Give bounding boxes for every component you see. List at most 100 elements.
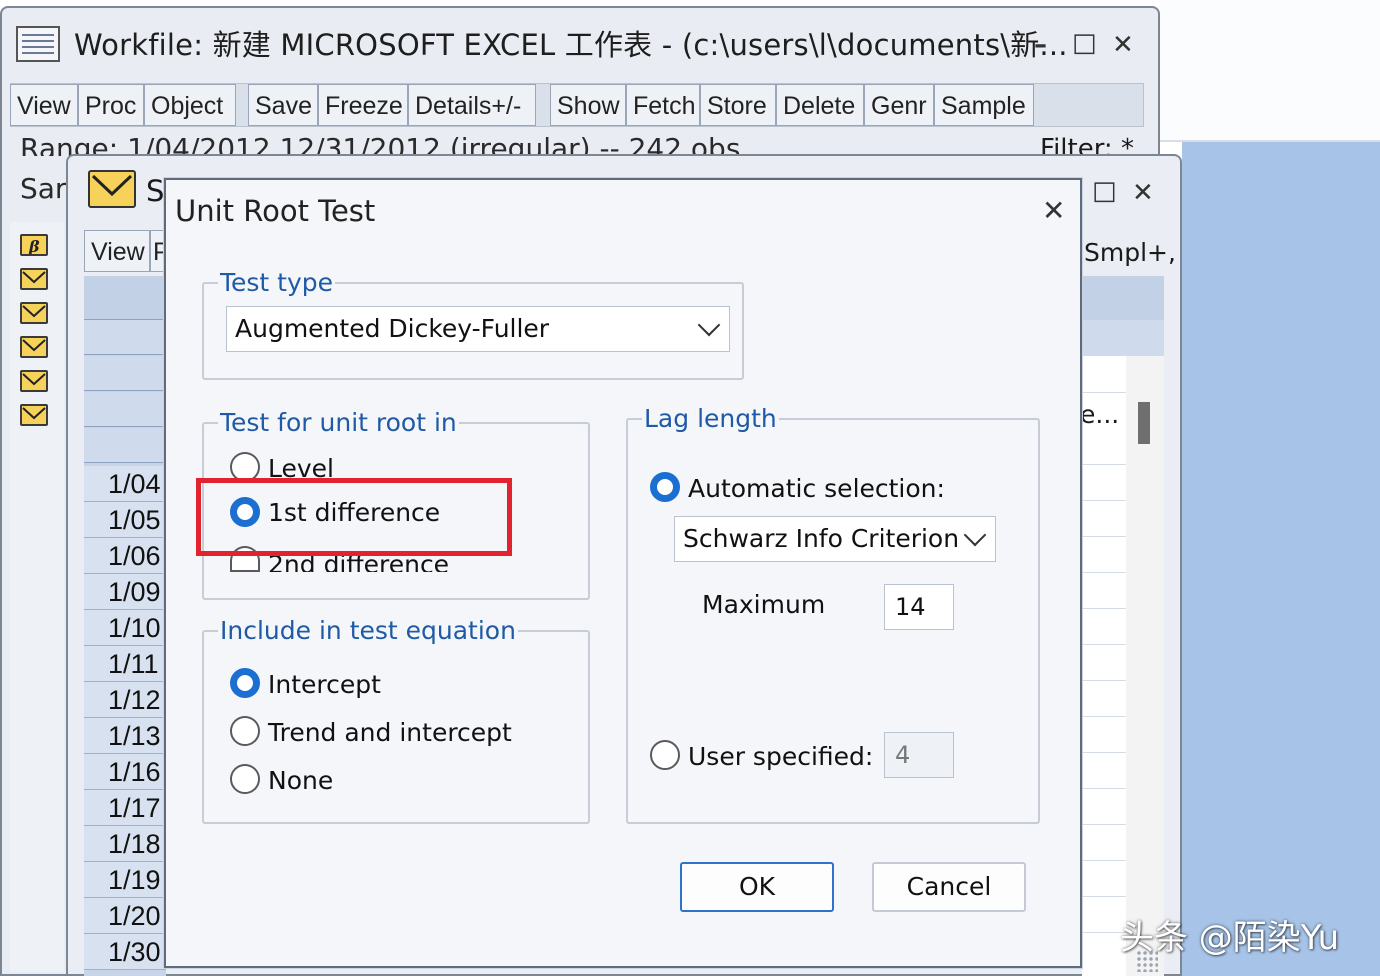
series-view-button[interactable]: View bbox=[84, 230, 150, 272]
close-button[interactable]: ✕ bbox=[1132, 178, 1154, 208]
delete-button[interactable]: Delete bbox=[776, 84, 864, 126]
criterion-select[interactable]: Schwarz Info Criterion bbox=[674, 516, 996, 562]
minimize-button[interactable]: – bbox=[1034, 30, 1047, 60]
grid-header-row bbox=[84, 320, 166, 355]
workfile-title: Workfile: 新建 MICROSOFT EXCEL 工作表 - (c:\u… bbox=[74, 28, 1068, 62]
freeze-button[interactable]: Freeze bbox=[318, 84, 408, 126]
coefficient-icon[interactable]: β bbox=[20, 234, 48, 256]
maximize-button[interactable]: □ bbox=[1072, 28, 1097, 58]
close-icon[interactable]: ✕ bbox=[1042, 194, 1065, 227]
maximum-lag-field[interactable]: 14 bbox=[884, 584, 954, 630]
grid-header-cell bbox=[1082, 320, 1164, 356]
workfile-filter: Filter: * bbox=[1040, 134, 1134, 156]
grid-line bbox=[1082, 536, 1126, 537]
user-specified-field[interactable]: 4 bbox=[884, 732, 954, 778]
highlight-box bbox=[196, 478, 512, 556]
grid-header-row bbox=[84, 356, 166, 391]
view-button[interactable]: View bbox=[10, 84, 78, 126]
object-button[interactable]: Object bbox=[144, 84, 236, 126]
grid-line bbox=[1082, 644, 1126, 645]
ok-button[interactable]: OK bbox=[680, 862, 834, 912]
grid-line bbox=[1082, 500, 1126, 501]
none-label: None bbox=[268, 766, 334, 795]
grid-line bbox=[1082, 896, 1126, 897]
grid-header-cell bbox=[1082, 276, 1164, 320]
store-button[interactable]: Store bbox=[700, 84, 776, 126]
date-cell: 1/12 bbox=[84, 682, 166, 718]
grid-line bbox=[1082, 824, 1126, 825]
automatic-selection-radio[interactable] bbox=[650, 472, 680, 502]
trend-intercept-label: Trend and intercept bbox=[268, 718, 512, 747]
date-cell: 1/20 bbox=[84, 898, 166, 934]
resize-grip[interactable] bbox=[1136, 950, 1158, 972]
grid-line bbox=[1082, 608, 1126, 609]
date-cell: 1/16 bbox=[84, 754, 166, 790]
date-cell: 1/18 bbox=[84, 826, 166, 862]
grid-line bbox=[1082, 788, 1126, 789]
series-smpl-button[interactable]: Smpl+, bbox=[1084, 238, 1176, 267]
test-type-select[interactable]: Augmented Dickey-Fuller bbox=[226, 306, 730, 352]
trend-intercept-radio[interactable] bbox=[230, 716, 260, 746]
automatic-selection-label: Automatic selection: bbox=[688, 474, 945, 503]
date-cell: 1/09 bbox=[84, 574, 166, 610]
workfile-icon bbox=[16, 26, 60, 62]
grid-line bbox=[1082, 716, 1126, 717]
close-button[interactable]: ✕ bbox=[1112, 30, 1134, 60]
scrollbar-thumb[interactable] bbox=[1138, 402, 1150, 444]
series-icon[interactable] bbox=[20, 336, 48, 358]
maximize-button[interactable]: □ bbox=[1092, 176, 1117, 206]
test-type-legend: Test type bbox=[218, 268, 336, 297]
series-title: S bbox=[146, 174, 165, 208]
details-button[interactable]: Details+/- bbox=[408, 84, 536, 126]
include-legend: Include in test equation bbox=[218, 616, 518, 645]
maximum-label: Maximum bbox=[702, 590, 826, 619]
grid-header-row bbox=[84, 276, 166, 320]
dialog-title: Unit Root Test bbox=[175, 194, 376, 228]
grid-line bbox=[1082, 572, 1126, 573]
user-specified-radio[interactable] bbox=[650, 740, 680, 770]
cancel-button[interactable]: Cancel bbox=[872, 862, 1026, 912]
lag-length-legend: Lag length bbox=[642, 404, 779, 433]
grid-line bbox=[1082, 392, 1126, 393]
date-cell: 1/19 bbox=[84, 862, 166, 898]
intercept-radio[interactable] bbox=[230, 668, 260, 698]
date-cell: 1/10 bbox=[84, 610, 166, 646]
sample-button[interactable]: Sample bbox=[934, 84, 1034, 126]
series-icon[interactable] bbox=[20, 302, 48, 324]
grid-line bbox=[1082, 860, 1126, 861]
chevron-down-icon bbox=[963, 523, 987, 547]
show-button[interactable]: Show bbox=[550, 84, 626, 126]
grid-line bbox=[1082, 464, 1126, 465]
series-icon[interactable] bbox=[20, 268, 48, 290]
workfile-object-list bbox=[10, 222, 64, 972]
genr-button[interactable]: Genr bbox=[864, 84, 934, 126]
save-button[interactable]: Save bbox=[248, 84, 318, 126]
grid-header-row bbox=[84, 428, 166, 463]
fetch-button[interactable]: Fetch bbox=[626, 84, 700, 126]
date-cell: 1/05 bbox=[84, 502, 166, 538]
series-icon[interactable] bbox=[20, 370, 48, 392]
user-specified-label: User specified: bbox=[688, 742, 874, 771]
grid-line bbox=[1082, 752, 1126, 753]
series-proc-button[interactable]: P bbox=[150, 230, 164, 272]
chevron-down-icon bbox=[697, 313, 721, 337]
date-cell: 1/17 bbox=[84, 790, 166, 826]
workfile-sample: Sar bbox=[20, 172, 67, 205]
svg-text:β: β bbox=[28, 237, 40, 254]
proc-button[interactable]: Proc bbox=[78, 84, 144, 126]
workfile-range: Range: 1/04/2012 12/31/2012 (irregular) … bbox=[20, 132, 741, 156]
scrollbar[interactable] bbox=[1126, 356, 1164, 976]
series-cell: e... bbox=[1080, 400, 1120, 429]
grid-line bbox=[1082, 680, 1126, 681]
date-cell: 1/06 bbox=[84, 538, 166, 574]
unit-root-legend: Test for unit root in bbox=[218, 408, 459, 437]
desktop-background bbox=[1182, 142, 1380, 976]
series-window-icon bbox=[88, 170, 136, 208]
date-cell: 1/04 bbox=[84, 466, 166, 502]
series-icon[interactable] bbox=[20, 404, 48, 426]
date-cell: 1/13 bbox=[84, 718, 166, 754]
test-type-value: Augmented Dickey-Fuller bbox=[235, 314, 550, 343]
none-radio[interactable] bbox=[230, 764, 260, 794]
intercept-label: Intercept bbox=[268, 670, 381, 699]
date-cell: 1/30 bbox=[84, 934, 166, 970]
